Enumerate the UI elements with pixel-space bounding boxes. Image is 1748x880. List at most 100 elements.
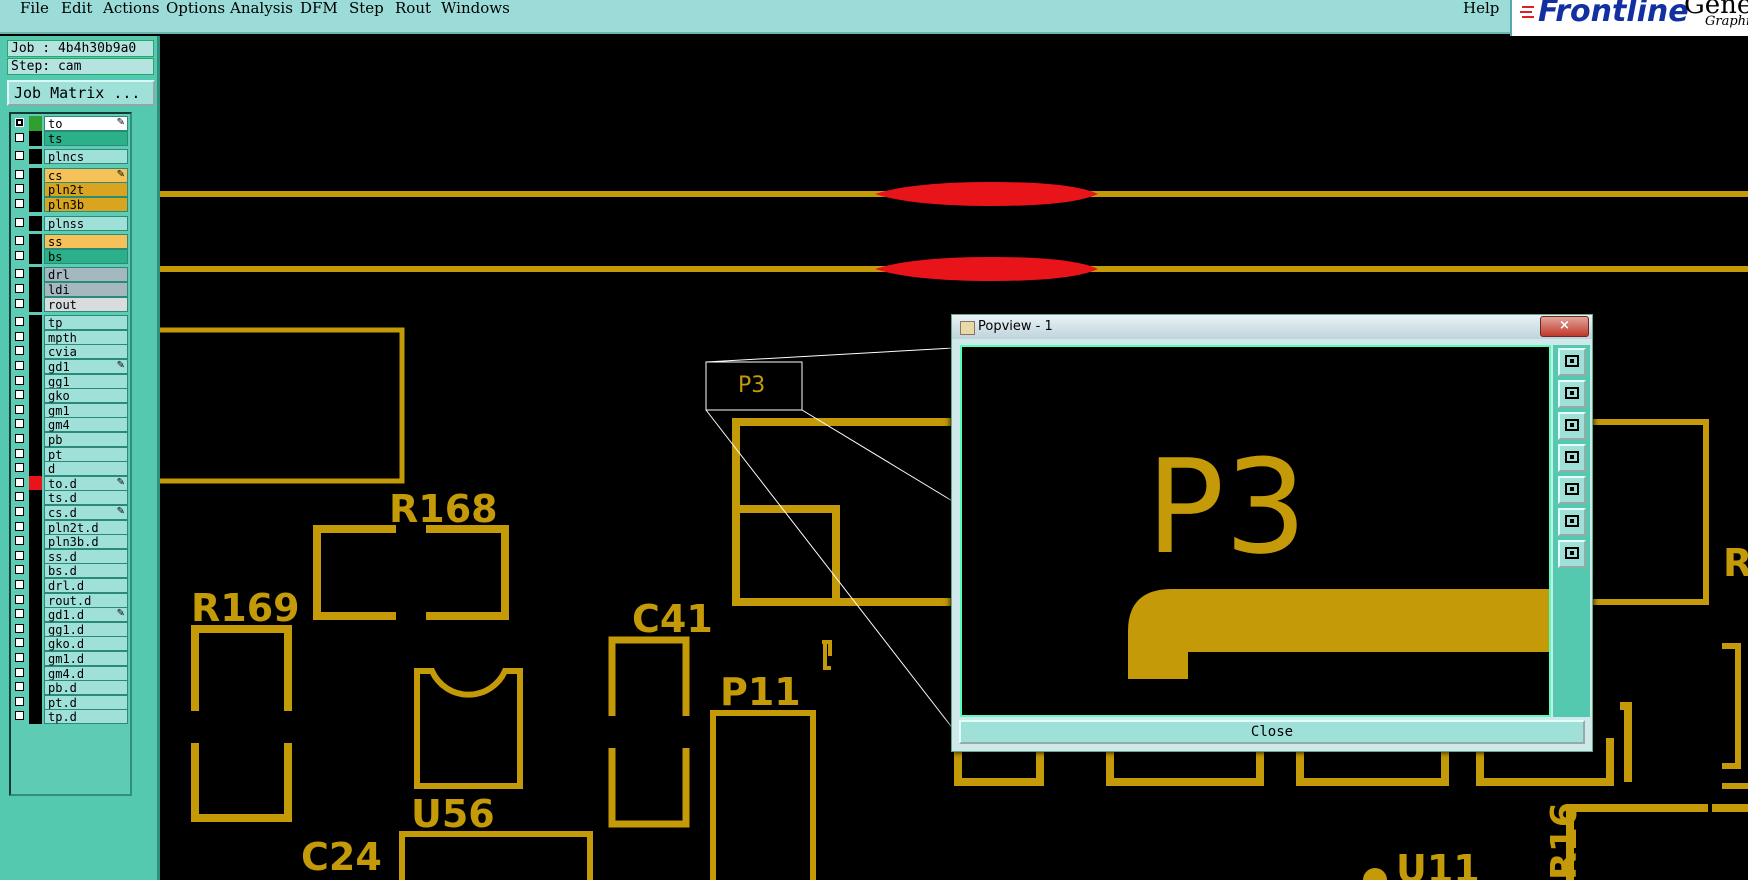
- layer-row[interactable]: pt: [13, 446, 128, 462]
- layer-name[interactable]: drl: [44, 267, 128, 283]
- menu-help[interactable]: Help: [1463, 0, 1499, 17]
- layer-checkbox[interactable]: [15, 151, 24, 161]
- layer-name[interactable]: pln2t: [44, 182, 128, 198]
- layer-row[interactable]: pb.d: [13, 680, 128, 696]
- layer-name[interactable]: d: [44, 461, 128, 477]
- layer-name[interactable]: pb: [44, 432, 128, 447]
- layer-checkbox[interactable]: [15, 653, 24, 662]
- layer-row[interactable]: pln2t.d: [13, 519, 128, 535]
- layer-checkbox[interactable]: [15, 184, 24, 194]
- popview-close-x-button[interactable]: ×: [1540, 316, 1589, 337]
- layer-name[interactable]: rout: [44, 296, 128, 312]
- layer-row[interactable]: tp.d: [13, 709, 128, 725]
- layer-row[interactable]: gm1.d: [13, 651, 128, 666]
- layer-name[interactable]: to: [44, 116, 128, 131]
- layer-row[interactable]: tp: [13, 315, 128, 331]
- layer-row[interactable]: ldi: [13, 282, 128, 297]
- layer-name[interactable]: cs.d: [44, 505, 128, 520]
- layer-checkbox[interactable]: [15, 536, 24, 546]
- layer-row[interactable]: gm4: [13, 417, 128, 433]
- layer-name[interactable]: bs: [44, 248, 128, 264]
- layer-checkbox[interactable]: [15, 404, 24, 414]
- layer-affected-marker[interactable]: [29, 315, 42, 331]
- layer-checkbox[interactable]: [15, 594, 24, 604]
- layer-row[interactable]: gko.d: [13, 636, 128, 652]
- layer-affected-marker[interactable]: [29, 490, 42, 506]
- layer-name[interactable]: gm1.d: [44, 651, 128, 666]
- zoom-fit-button[interactable]: [1558, 508, 1586, 536]
- layer-row[interactable]: gko: [13, 388, 128, 404]
- layer-row[interactable]: pln3b: [13, 197, 128, 212]
- layer-name[interactable]: gg1: [44, 373, 128, 389]
- layer-name[interactable]: cs: [44, 167, 128, 183]
- layer-checkbox[interactable]: [15, 667, 24, 677]
- layer-name[interactable]: ss: [44, 234, 128, 250]
- layer-affected-marker[interactable]: [29, 505, 42, 520]
- layer-name[interactable]: cvia: [44, 344, 128, 360]
- layer-affected-marker[interactable]: [29, 359, 42, 374]
- layer-name[interactable]: ss.d: [44, 548, 128, 564]
- layer-name[interactable]: pt.d: [44, 694, 128, 710]
- layer-checkbox[interactable]: [15, 169, 24, 179]
- layer-checkbox[interactable]: [15, 118, 24, 127]
- menu-rout[interactable]: Rout: [395, 0, 431, 17]
- layer-affected-marker[interactable]: [29, 534, 42, 550]
- layer-row[interactable]: bs.d: [13, 563, 128, 579]
- layer-checkbox[interactable]: [15, 623, 24, 633]
- layer-name[interactable]: mpth: [44, 329, 128, 345]
- pan-left-button[interactable]: [1558, 444, 1586, 472]
- layer-name[interactable]: pln3b: [44, 197, 128, 212]
- layer-checkbox[interactable]: [15, 284, 24, 293]
- menu-options[interactable]: Options: [166, 0, 225, 17]
- layer-affected-marker[interactable]: [29, 329, 42, 345]
- layer-affected-marker[interactable]: [29, 402, 42, 418]
- layer-affected-marker[interactable]: [29, 709, 42, 725]
- layer-checkbox[interactable]: [15, 463, 24, 473]
- layer-checkbox[interactable]: [15, 580, 24, 589]
- layer-row[interactable]: pln2t: [13, 182, 128, 198]
- layer-checkbox[interactable]: [15, 390, 24, 400]
- layer-checkbox[interactable]: [15, 298, 24, 308]
- layer-affected-marker[interactable]: [29, 694, 42, 710]
- layer-checkbox[interactable]: [15, 331, 24, 341]
- layer-name[interactable]: plncs: [44, 149, 128, 165]
- pan-right-button[interactable]: [1558, 476, 1586, 504]
- layer-affected-marker[interactable]: [29, 182, 42, 198]
- layer-name[interactable]: pln2t.d: [44, 519, 128, 535]
- layer-name[interactable]: gd1.d: [44, 607, 128, 623]
- layer-name[interactable]: gg1.d: [44, 621, 128, 637]
- layer-checkbox[interactable]: [15, 217, 24, 227]
- layer-checkbox[interactable]: [15, 250, 24, 260]
- layer-affected-marker[interactable]: [29, 197, 42, 212]
- layer-affected-marker[interactable]: [29, 344, 42, 360]
- layer-checkbox[interactable]: [15, 711, 24, 721]
- layer-checkbox[interactable]: [15, 346, 24, 356]
- layer-row[interactable]: drl: [13, 267, 128, 283]
- layer-name[interactable]: tp: [44, 315, 128, 331]
- layer-row[interactable]: rout: [13, 296, 128, 312]
- layer-row[interactable]: plncs: [13, 149, 128, 165]
- pan-up-button[interactable]: [1558, 380, 1586, 408]
- layer-affected-marker[interactable]: [29, 167, 42, 183]
- layer-affected-marker[interactable]: [29, 665, 42, 681]
- layer-affected-marker[interactable]: [29, 563, 42, 579]
- layer-affected-marker[interactable]: [29, 388, 42, 404]
- layer-row[interactable]: pln3b.d: [13, 534, 128, 550]
- layer-row[interactable]: ts: [13, 130, 128, 146]
- layer-affected-marker[interactable]: [29, 607, 42, 623]
- layer-affected-marker[interactable]: [29, 621, 42, 637]
- layer-checkbox[interactable]: [15, 419, 24, 429]
- layer-affected-marker[interactable]: [29, 519, 42, 535]
- layer-checkbox[interactable]: [15, 375, 24, 385]
- layer-name[interactable]: pb.d: [44, 680, 128, 696]
- zoom-in-button[interactable]: [1558, 348, 1586, 376]
- layer-affected-marker[interactable]: [29, 234, 42, 250]
- layer-name[interactable]: pt: [44, 446, 128, 462]
- layer-name[interactable]: gko.d: [44, 636, 128, 652]
- layer-checkbox[interactable]: [15, 434, 24, 443]
- layer-row[interactable]: bs: [13, 248, 128, 264]
- menu-actions[interactable]: Actions: [103, 0, 159, 17]
- layer-name[interactable]: drl.d: [44, 578, 128, 593]
- layer-affected-marker[interactable]: [29, 680, 42, 696]
- menu-file[interactable]: File: [20, 0, 49, 17]
